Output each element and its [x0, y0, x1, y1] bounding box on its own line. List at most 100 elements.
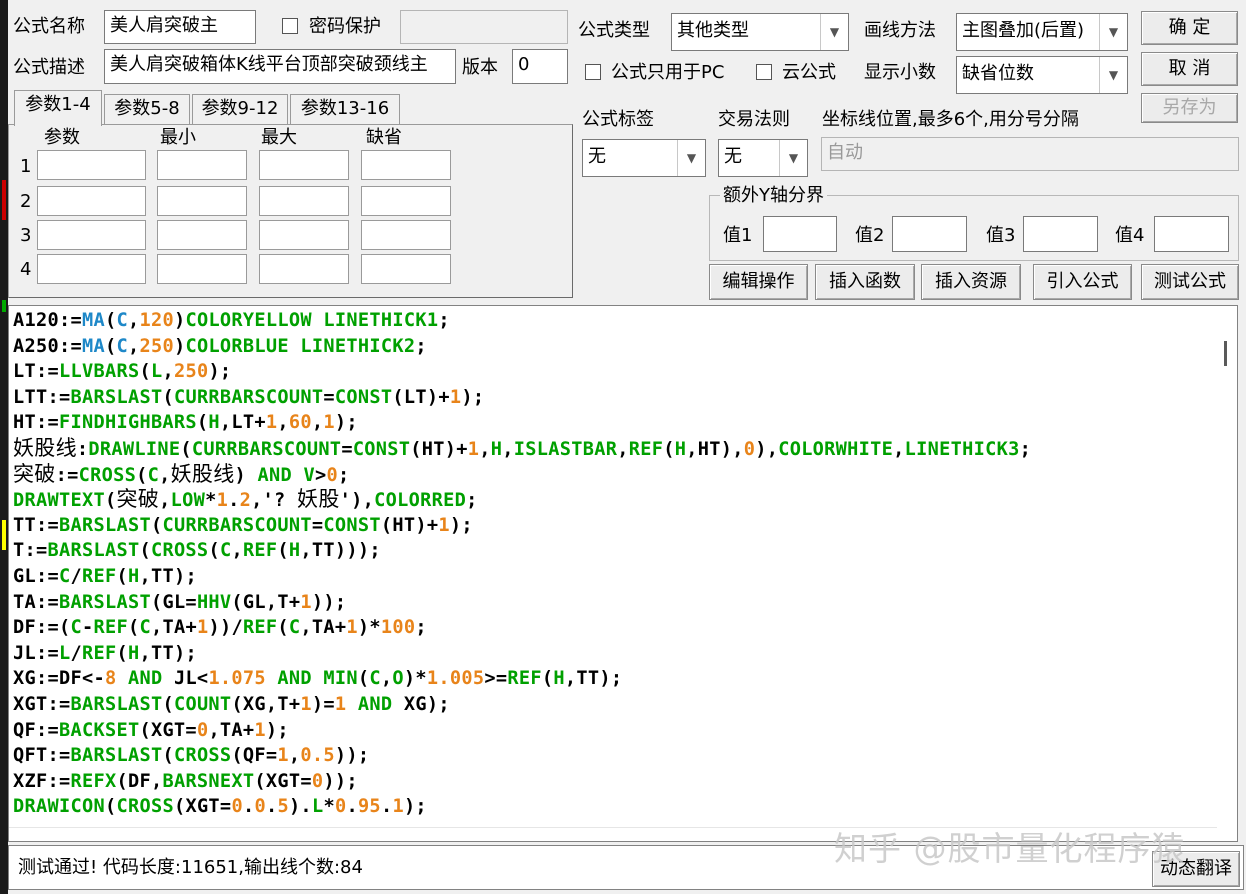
param-4-name-input[interactable] [37, 254, 146, 284]
val2-input[interactable] [892, 216, 967, 252]
code-line[interactable]: LT:=LLVBARS(L,250); [13, 359, 1031, 385]
code-line[interactable]: HT:=FINDHIGHBARS(H,LT+1,60,1); [13, 410, 1031, 436]
insert-function-button[interactable]: 插入函数 [815, 264, 915, 300]
chevron-down-icon[interactable]: ▼ [779, 140, 807, 176]
param-header-min: 最小 [160, 127, 196, 148]
param-3-max-input[interactable] [259, 220, 349, 250]
code-token: CROSS [116, 796, 174, 818]
formula-desc-input[interactable]: 美人肩突破箱体K线平台顶部突破颈线主 [104, 49, 456, 84]
edit-ops-button[interactable]: 编辑操作 [709, 264, 808, 300]
chevron-down-icon[interactable]: ▼ [820, 14, 848, 50]
code-token: ,TT))); [300, 540, 381, 562]
code-token: 1 [196, 617, 209, 639]
code-line[interactable]: DF:=(C-REF(C,TA+1))/REF(C,TA+1)*100; [13, 615, 1031, 641]
code-token: 0 [743, 438, 756, 460]
version-input[interactable]: 0 [512, 49, 568, 84]
param-4-max-input[interactable] [259, 254, 349, 284]
param-1-name-input[interactable] [37, 150, 146, 180]
formula-tag-select[interactable]: 无 ▼ [582, 139, 706, 177]
param-1-min-input[interactable] [157, 150, 247, 180]
version-label: 版本 [462, 57, 498, 78]
pc-only-checkbox[interactable] [585, 64, 601, 80]
code-token: 妖股线 [170, 461, 235, 486]
param-3-name-input[interactable] [37, 220, 146, 250]
ok-button[interactable]: 确 定 [1141, 11, 1238, 45]
code-line[interactable]: A120:=MA(C,120)COLORYELLOW LINETHICK1; [13, 308, 1031, 334]
tab-params-5-8[interactable]: 参数5-8 [104, 94, 190, 124]
import-formula-button[interactable]: 引入公式 [1033, 264, 1132, 300]
code-token: ,TA+ [150, 617, 197, 639]
code-token: 1 [467, 438, 480, 460]
code-token: . [346, 796, 358, 818]
code-line[interactable]: GL:=C/REF(H,TT); [13, 564, 1031, 590]
code-line[interactable]: TA:=BARSLAST(GL=HHV(GL,T+1)); [13, 590, 1031, 616]
code-token: . [380, 796, 393, 818]
code-line[interactable]: XGT:=BARSLAST(COUNT(XG,T+1)=1 AND XG); [13, 692, 1031, 718]
param-2-min-input[interactable] [157, 186, 247, 216]
chevron-down-icon[interactable]: ▼ [1099, 14, 1127, 50]
param-2-max-input[interactable] [259, 186, 349, 216]
trade-rule-select[interactable]: 无 ▼ [718, 139, 808, 177]
cancel-button[interactable]: 取 消 [1141, 52, 1238, 86]
code-token: REF [93, 617, 128, 639]
code-token: HT:= [13, 412, 59, 434]
param-3-min-input[interactable] [157, 220, 247, 250]
test-formula-button[interactable]: 测试公式 [1141, 264, 1239, 300]
code-token: 2 [239, 490, 252, 512]
code-token: '), [339, 490, 375, 512]
code-editor[interactable]: A120:=MA(C,120)COLORYELLOW LINETHICK1; A2… [8, 305, 1238, 842]
code-line[interactable]: DRAWICON(CROSS(XGT=0.0.5).L*0.95.1); [13, 794, 1031, 820]
tab-params-13-16[interactable]: 参数13-16 [290, 94, 400, 124]
formula-name-input[interactable]: 美人肩突破主 [104, 10, 256, 44]
coord-position-input[interactable]: 自动 [821, 137, 1239, 171]
chevron-down-icon[interactable]: ▼ [1099, 57, 1127, 93]
code-line[interactable]: XZF:=REFX(DF,BARSNEXT(XGT=0)); [13, 769, 1031, 795]
param-4-min-input[interactable] [157, 254, 247, 284]
password-input[interactable] [400, 10, 568, 44]
vertical-scrollbar[interactable] [1217, 306, 1237, 841]
code-line[interactable]: DRAWTEXT(突破,LOW*1.2,'? 妖股'),COLORRED; [13, 487, 1031, 513]
code-line[interactable]: JL:=L/REF(H,TT); [13, 641, 1031, 667]
insert-resource-button[interactable]: 插入资源 [921, 264, 1021, 300]
code-token: ); [208, 361, 232, 383]
code-token: . [265, 796, 278, 818]
val3-input[interactable] [1023, 216, 1098, 252]
param-1-max-input[interactable] [259, 150, 349, 180]
tab-params-1-4[interactable]: 参数1-4 [14, 90, 102, 126]
code-token: ) [173, 310, 186, 331]
val4-input[interactable] [1154, 216, 1229, 252]
scrollbar-thumb[interactable] [1224, 341, 1227, 366]
code-line[interactable]: XG:=DF<-8 AND JL<1.075 AND MIN(C,O)*1.00… [13, 666, 1031, 692]
code-token: , [288, 745, 301, 767]
code-line[interactable]: 妖股线:DRAWLINE(CURRBARSCOUNT=CONST(HT)+1,H… [13, 436, 1031, 462]
save-as-button[interactable]: 另存为 [1141, 93, 1238, 123]
formula-type-select[interactable]: 其他类型 ▼ [671, 13, 849, 51]
code-line[interactable]: T:=BARSLAST(CROSS(C,REF(H,TT))); [13, 538, 1031, 564]
param-4-default-input[interactable] [361, 254, 451, 284]
decimal-places-select[interactable]: 缺省位数 ▼ [956, 56, 1128, 94]
code-token: / [70, 565, 82, 587]
code-line[interactable]: LTT:=BARSLAST(CURRBARSCOUNT=CONST(LT)+1)… [13, 385, 1031, 411]
draw-method-select[interactable]: 主图叠加(后置) ▼ [956, 13, 1128, 51]
code-line[interactable]: 突破:=CROSS(C,妖股线) AND V>0; [13, 462, 1031, 488]
code-text[interactable]: A120:=MA(C,120)COLORYELLOW LINETHICK1; A2… [13, 308, 1031, 820]
code-line[interactable]: QF:=BACKSET(XGT=0,TA+1); [13, 718, 1031, 744]
code-token: FINDHIGHBARS [58, 412, 197, 434]
password-protect-checkbox[interactable] [282, 18, 298, 34]
param-1-default-input[interactable] [361, 150, 451, 180]
code-line[interactable]: TT:=BARSLAST(CURRBARSCOUNT=CONST(HT)+1); [13, 513, 1031, 539]
code-token: ( [357, 668, 370, 690]
code-line[interactable]: QFT:=BARSLAST(CROSS(QF=1,0.5)); [13, 743, 1031, 769]
val1-input[interactable] [763, 216, 837, 252]
chevron-down-icon[interactable]: ▼ [677, 140, 705, 176]
cloud-formula-checkbox[interactable] [756, 64, 772, 80]
code-token: XG); [392, 693, 450, 715]
code-token: ( [150, 514, 163, 536]
tab-params-9-12[interactable]: 参数9-12 [192, 94, 288, 124]
code-token: 100 [380, 617, 416, 639]
code-line[interactable]: A250:=MA(C,250)COLORBLUE LINETHICK2; [13, 334, 1031, 360]
param-2-default-input[interactable] [361, 186, 451, 216]
code-token: ; [415, 335, 427, 357]
param-2-name-input[interactable] [37, 186, 146, 216]
param-3-default-input[interactable] [361, 220, 451, 250]
